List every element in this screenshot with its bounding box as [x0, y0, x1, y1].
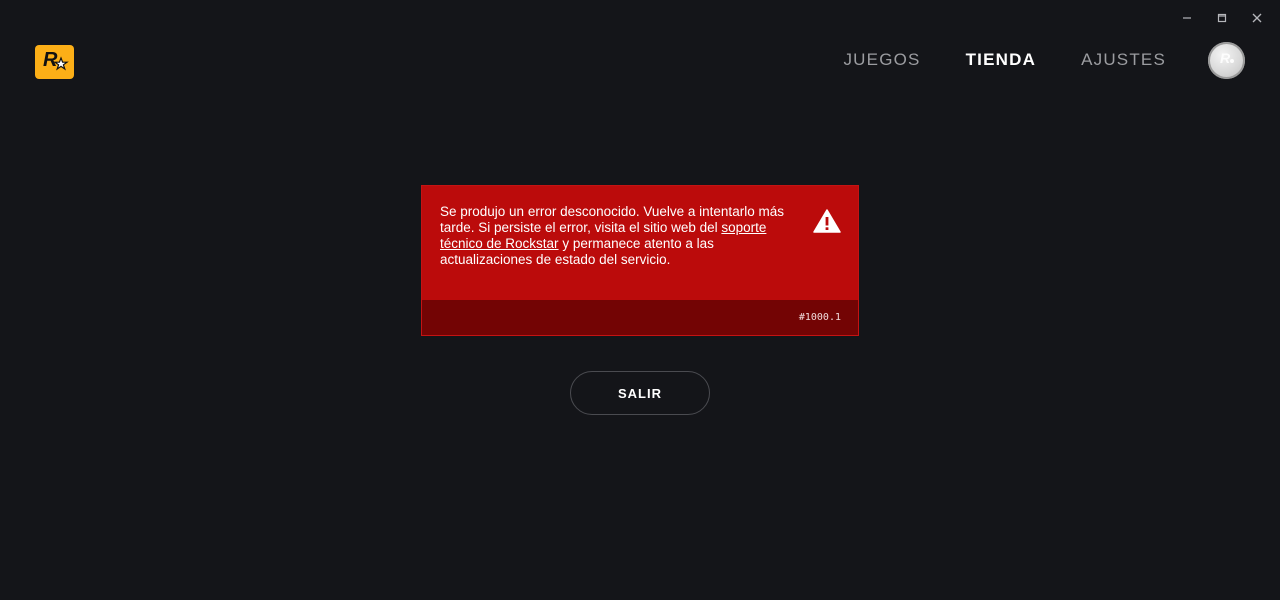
exit-button[interactable]: SALIR: [570, 371, 710, 415]
warning-icon: [813, 209, 841, 238]
minimize-button[interactable]: [1169, 8, 1204, 28]
minimize-icon: [1182, 13, 1192, 23]
error-panel: Se produjo un error desconocido. Vuelve …: [421, 185, 859, 336]
svg-text:R: R: [1220, 50, 1231, 66]
rockstar-logo[interactable]: R: [35, 45, 74, 79]
error-footer: #1000.1: [422, 300, 858, 335]
profile-avatar-icon: R: [1216, 48, 1238, 73]
error-code: #1000.1: [798, 312, 841, 323]
nav-tienda[interactable]: TIENDA: [966, 50, 1036, 70]
close-icon: [1252, 13, 1262, 23]
window-controls: [1169, 8, 1274, 28]
profile-avatar[interactable]: R: [1208, 42, 1245, 79]
maximize-button[interactable]: [1204, 8, 1239, 28]
maximize-icon: [1217, 13, 1227, 23]
svg-text:R: R: [43, 49, 58, 71]
main-nav: JUEGOS TIENDA AJUSTES: [843, 50, 1166, 70]
launcher-window: R JUEGOS TIENDA AJUSTES R Se produjo un …: [0, 0, 1280, 600]
nav-ajustes[interactable]: AJUSTES: [1081, 50, 1166, 70]
rockstar-logo-icon: R: [40, 46, 70, 79]
error-message: Se produjo un error desconocido. Vuelve …: [440, 204, 802, 268]
close-button[interactable]: [1239, 8, 1274, 28]
nav-juegos[interactable]: JUEGOS: [843, 50, 920, 70]
